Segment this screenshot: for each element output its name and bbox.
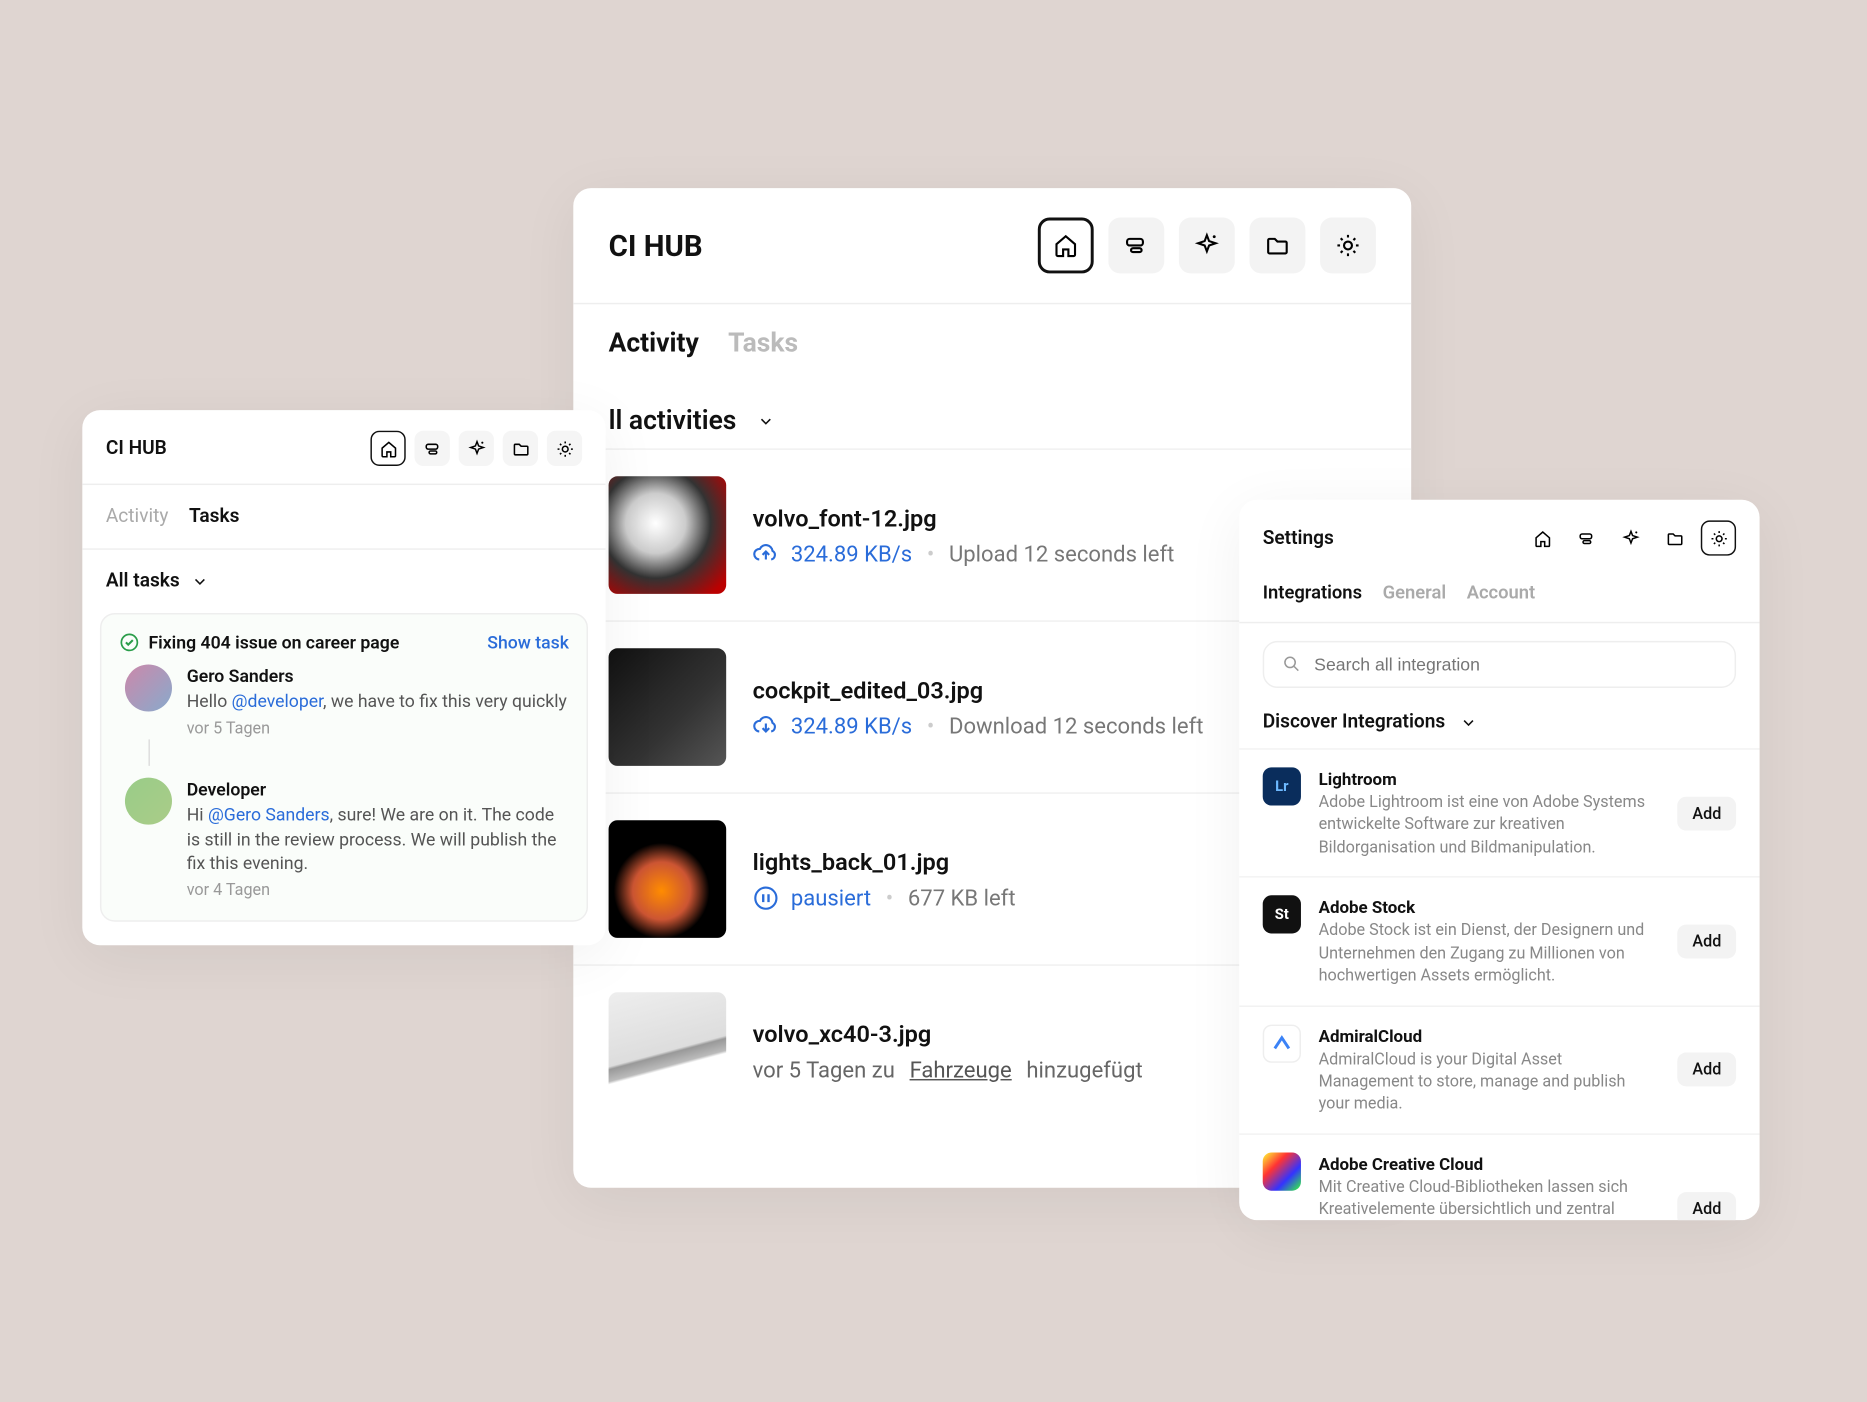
- mention[interactable]: @developer: [232, 691, 323, 712]
- add-button[interactable]: Add: [1678, 1053, 1736, 1087]
- comment-time: vor 5 Tagen: [187, 717, 567, 740]
- home-icon-button[interactable]: [370, 431, 405, 466]
- sparkle-icon-button[interactable]: [1179, 218, 1235, 274]
- search-input-wrap[interactable]: [1263, 641, 1736, 688]
- file-thumbnail: [609, 992, 727, 1110]
- add-button[interactable]: Add: [1678, 924, 1736, 958]
- integration-row: St Adobe Stock Adobe Stock ist ein Diens…: [1239, 877, 1759, 1005]
- folder-icon-button[interactable]: [1657, 520, 1692, 555]
- file-added-link[interactable]: Fahrzeuge: [910, 1056, 1012, 1082]
- chevron-down-icon: [1460, 714, 1478, 732]
- file-status: 677 KB left: [908, 884, 1016, 910]
- tasks-filter-dropdown[interactable]: All tasks: [82, 550, 605, 613]
- tab-activity[interactable]: Activity: [609, 328, 699, 359]
- file-paused: pausiert: [791, 884, 871, 910]
- connector-icon-button[interactable]: [1568, 520, 1603, 555]
- integration-name: Lightroom: [1319, 767, 1660, 791]
- tab-account[interactable]: Account: [1467, 582, 1536, 604]
- search-input[interactable]: [1314, 654, 1717, 675]
- settings-icon-button[interactable]: [1701, 520, 1736, 555]
- folder-icon-button[interactable]: [503, 431, 538, 466]
- avatar: [125, 778, 172, 825]
- comment-time: vor 4 Tagen: [187, 879, 569, 902]
- integration-name: Adobe Stock: [1319, 896, 1660, 920]
- file-added-prefix: vor 5 Tagen zu: [753, 1056, 895, 1082]
- file-status: Upload 12 seconds left: [949, 540, 1174, 566]
- file-added-suffix: hinzugefügt: [1026, 1056, 1142, 1082]
- task-title: Fixing 404 issue on career page: [148, 632, 399, 653]
- task-comment: Gero Sanders Hello @developer, we have t…: [119, 664, 569, 739]
- tab-general[interactable]: General: [1383, 582, 1447, 604]
- connector-icon-button[interactable]: [1108, 218, 1164, 274]
- tab-activity[interactable]: Activity: [106, 506, 169, 528]
- tab-tasks[interactable]: Tasks: [728, 328, 798, 359]
- admiralcloud-icon: [1263, 1024, 1301, 1062]
- comment-author: Developer: [187, 778, 569, 803]
- integration-row: AdmiralCloud AdmiralCloud is your Digita…: [1239, 1005, 1759, 1133]
- creative-cloud-icon: [1263, 1152, 1301, 1190]
- adobe-stock-icon: St: [1263, 896, 1301, 934]
- tasks-filter-label: All tasks: [106, 570, 180, 592]
- integration-desc: AdmiralCloud is your Digital Asset Manag…: [1319, 1048, 1660, 1116]
- app-title: CI HUB: [609, 228, 703, 263]
- sparkle-icon-button[interactable]: [1613, 520, 1648, 555]
- chevron-down-icon: [191, 573, 209, 591]
- cloud-upload-icon: [753, 540, 779, 566]
- add-button[interactable]: Add: [1678, 796, 1736, 830]
- settings-title: Settings: [1263, 527, 1334, 549]
- activity-filter-dropdown[interactable]: ll activities: [573, 376, 1411, 448]
- avatar: [125, 664, 172, 711]
- integration-desc: Adobe Stock ist ein Dienst, der Designer…: [1319, 919, 1660, 987]
- task-comment: Developer Hi @Gero Sanders, sure! We are…: [119, 778, 569, 902]
- app-title: CI HUB: [106, 437, 167, 459]
- mention[interactable]: @Gero Sanders: [208, 804, 330, 825]
- show-task-link[interactable]: Show task: [487, 632, 569, 653]
- settings-panel: Settings Integrations General Account Di…: [1239, 500, 1759, 1220]
- add-button[interactable]: Add: [1678, 1192, 1736, 1220]
- file-status: Download 12 seconds left: [949, 712, 1203, 738]
- activity-filter-label: ll activities: [609, 406, 737, 437]
- thread-line: [148, 739, 149, 765]
- integration-row: Lr Lightroom Adobe Lightroom ist eine vo…: [1239, 748, 1759, 876]
- chevron-down-icon: [757, 412, 775, 430]
- integration-desc: Mit Creative Cloud-Bibliotheken lassen s…: [1319, 1176, 1660, 1220]
- connector-icon-button[interactable]: [415, 431, 450, 466]
- search-icon: [1282, 654, 1303, 675]
- file-speed: 324.89 KB/s: [791, 540, 912, 566]
- file-thumbnail: [609, 820, 727, 938]
- integration-name: AdmiralCloud: [1319, 1024, 1660, 1048]
- home-icon-button[interactable]: [1524, 520, 1559, 555]
- settings-icon-button[interactable]: [1320, 218, 1376, 274]
- cloud-download-icon: [753, 712, 779, 738]
- comment-author: Gero Sanders: [187, 664, 567, 689]
- file-thumbnail: [609, 648, 727, 766]
- integration-name: Adobe Creative Cloud: [1319, 1152, 1660, 1176]
- pause-icon: [753, 884, 779, 910]
- file-thumbnail: [609, 476, 727, 594]
- check-circle-icon: [119, 632, 140, 653]
- folder-icon-button[interactable]: [1250, 218, 1306, 274]
- file-speed: 324.89 KB/s: [791, 712, 912, 738]
- home-icon-button[interactable]: [1038, 218, 1094, 274]
- integration-desc: Adobe Lightroom ist eine von Adobe Syste…: [1319, 791, 1660, 859]
- tasks-panel: CI HUB Activity Tasks All tasks Fixing 4…: [82, 410, 605, 944]
- nav-icons: [370, 431, 582, 466]
- settings-icon-button[interactable]: [547, 431, 582, 466]
- nav-icons: [1524, 520, 1736, 555]
- lightroom-icon: Lr: [1263, 767, 1301, 805]
- tab-integrations[interactable]: Integrations: [1263, 582, 1362, 604]
- task-card: Fixing 404 issue on career page Show tas…: [100, 613, 588, 921]
- integration-row: Adobe Creative Cloud Mit Creative Cloud-…: [1239, 1133, 1759, 1220]
- sparkle-icon-button[interactable]: [459, 431, 494, 466]
- tab-tasks[interactable]: Tasks: [189, 506, 239, 528]
- nav-icons: [1038, 218, 1376, 274]
- discover-dropdown[interactable]: Discover Integrations: [1239, 706, 1759, 749]
